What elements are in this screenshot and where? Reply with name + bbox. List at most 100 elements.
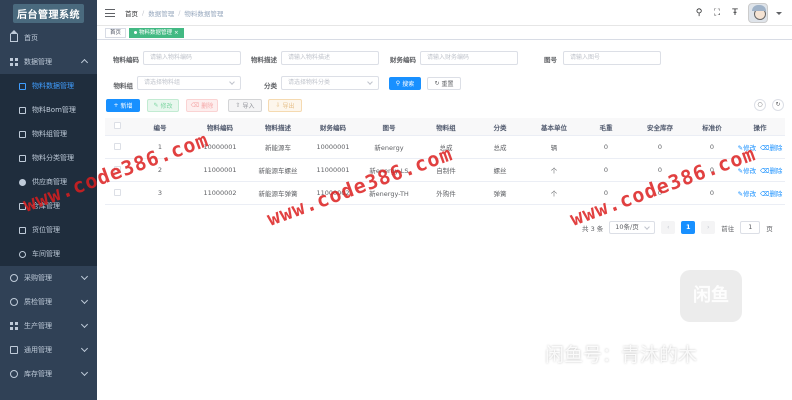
sidebar-subitem-material-group[interactable]: 物料组管理: [0, 122, 97, 146]
page-suffix: 页: [766, 224, 773, 233]
cell-material-code: 10000001: [203, 143, 237, 151]
sidebar-subitem-label: 仓库管理: [32, 202, 60, 210]
upload-icon: ⇧: [235, 102, 241, 109]
sidebar-item-quality[interactable]: 质检管理: [0, 290, 97, 314]
sidebar-subitem-label: 物料组管理: [32, 130, 67, 138]
material-icon: [19, 82, 26, 90]
form-label-drawing-no: 图号: [544, 56, 557, 64]
sidebar-subitem-material-bom[interactable]: 物料Bom管理: [0, 98, 97, 122]
fullscreen-icon[interactable]: ⛶: [712, 8, 722, 18]
table-row[interactable]: 3 11000002 新能源车弹簧 11000002 新energy-TH 外购…: [105, 182, 785, 205]
search-icon: [10, 298, 18, 306]
font-size-icon[interactable]: Ŧ: [730, 8, 740, 18]
cell-material-group: 总成: [439, 144, 453, 152]
breadcrumb-item: 物料数据管理: [184, 9, 224, 18]
cell-material-desc: 新能源车弹簧: [258, 190, 298, 198]
sidebar-subitem-material-data[interactable]: 物料数据管理: [0, 74, 97, 98]
refresh-button[interactable]: ↻: [772, 99, 784, 111]
sidebar-item-production[interactable]: 生产管理: [0, 314, 97, 338]
cell-safety-stock: 0: [657, 166, 663, 174]
checkbox[interactable]: [113, 142, 121, 150]
export-button[interactable]: ⇩ 导出: [268, 99, 302, 112]
sidebar-item-purchase[interactable]: 采购管理: [0, 266, 97, 290]
close-icon[interactable]: ×: [174, 29, 179, 37]
material-code-input[interactable]: 请输入物料编码: [143, 51, 241, 65]
sidebar-subitem-workshop[interactable]: 车间管理: [0, 242, 97, 266]
delete-icon: ⌫: [190, 102, 200, 109]
column-header: 物料组: [436, 123, 456, 132]
category-select[interactable]: 请选择物料分类: [281, 76, 379, 90]
table-header: 编号 物料编码 物料描述 财务编码 图号 物料组 分类 基本单位 毛重 安全库存…: [105, 118, 785, 136]
page-size-select[interactable]: 10条/页: [609, 221, 656, 234]
add-button[interactable]: + 新增: [106, 99, 140, 112]
form-label-finance-code: 财务编码: [390, 56, 416, 64]
import-button[interactable]: ⇧ 导入: [228, 99, 262, 112]
chevron-down-icon: [80, 368, 89, 377]
chevron-down-icon: [644, 224, 651, 230]
search-button[interactable]: ⚲ 搜索: [389, 77, 421, 90]
sidebar-item-data-management[interactable]: 数据管理: [0, 50, 97, 74]
row-edit-link[interactable]: ✎修改: [738, 167, 756, 175]
sidebar-subitem-material-category[interactable]: 物料分类管理: [0, 146, 97, 170]
checkbox[interactable]: [113, 165, 121, 173]
checkbox[interactable]: [113, 188, 121, 196]
table-row[interactable]: 1 10000001 新能源车 10000001 新energy 总成 总成 辆…: [105, 136, 785, 159]
cell-unit: 辆: [550, 144, 558, 152]
material-desc-input[interactable]: 请输入物料描述: [281, 51, 379, 65]
avatar[interactable]: [748, 3, 768, 23]
tag-home[interactable]: 首页: [105, 27, 127, 38]
cell-gross-weight: 0: [603, 189, 609, 197]
sidebar-item-label: 采购管理: [24, 274, 52, 282]
workshop-icon: [19, 250, 26, 258]
search-icon[interactable]: ⚲: [694, 8, 704, 18]
row-edit-link[interactable]: ✎修改: [738, 144, 756, 152]
delete-button[interactable]: ⌫ 删除: [186, 99, 218, 112]
app-title: 后台管理系统: [13, 3, 84, 23]
row-delete-link[interactable]: ⌫删除: [760, 144, 782, 152]
sidebar-subitem-supplier[interactable]: 供应商管理: [0, 170, 97, 194]
sidebar-item-home[interactable]: 首页: [0, 26, 97, 50]
row-select[interactable]: [105, 142, 129, 152]
hamburger-icon[interactable]: [105, 8, 115, 17]
checkbox[interactable]: [113, 122, 121, 129]
header-select-all[interactable]: [105, 122, 129, 131]
next-page-button[interactable]: ›: [701, 221, 716, 234]
edit-icon: ✎: [153, 102, 159, 109]
sidebar-subitem-warehouse[interactable]: 仓库管理: [0, 194, 97, 218]
caret-down-icon[interactable]: [776, 11, 782, 15]
finance-code-input[interactable]: 请输入财务编码: [420, 51, 518, 65]
cell-id: 3: [157, 189, 163, 197]
row-select[interactable]: [105, 188, 129, 198]
row-select[interactable]: [105, 165, 129, 175]
sidebar-subitem-label: 物料Bom管理: [32, 106, 76, 114]
row-delete-link[interactable]: ⌫删除: [760, 167, 782, 175]
sidebar-subitem-location[interactable]: 货位管理: [0, 218, 97, 242]
page-number-current[interactable]: 1: [681, 221, 696, 234]
group-icon: [19, 130, 26, 138]
sidebar-item-inventory[interactable]: 库存管理: [0, 362, 97, 386]
table-row[interactable]: 2 11000001 新能源车螺丝 11000001 新energy-LS 自制…: [105, 159, 785, 182]
tag-material-data[interactable]: 物料数据管理 ×: [129, 27, 184, 38]
column-header: 毛重: [599, 123, 613, 132]
pagination: 共 3 条 10条/页 ‹ 1 › 前往 1 页: [582, 221, 773, 234]
reset-button[interactable]: ↻ 重置: [427, 77, 461, 90]
row-edit-link[interactable]: ✎修改: [738, 190, 756, 198]
row-delete-link[interactable]: ⌫删除: [760, 190, 782, 198]
cell-id: 1: [157, 143, 163, 151]
cell-category: 螺丝: [493, 167, 507, 175]
sidebar-item-label: 生产管理: [24, 322, 52, 330]
edit-button[interactable]: ✎ 修改: [147, 99, 179, 112]
column-header: 标准价: [702, 123, 722, 132]
drawing-no-input[interactable]: 请输入图号: [563, 51, 661, 65]
cell-gross-weight: 0: [603, 143, 609, 151]
sidebar-subitem-label: 车间管理: [32, 250, 60, 258]
goto-page-input[interactable]: 1: [740, 221, 761, 234]
chevron-down-icon: [80, 344, 89, 353]
toggle-search-button[interactable]: ○: [754, 99, 766, 111]
prev-page-button[interactable]: ‹: [661, 221, 676, 234]
cell-material-code: 11000002: [203, 189, 237, 197]
sidebar-item-general[interactable]: 通用管理: [0, 338, 97, 362]
material-group-select[interactable]: 请选择物料组: [137, 76, 241, 90]
breadcrumb-item[interactable]: 首页: [125, 8, 138, 18]
sidebar-item-label: 质检管理: [24, 298, 52, 306]
